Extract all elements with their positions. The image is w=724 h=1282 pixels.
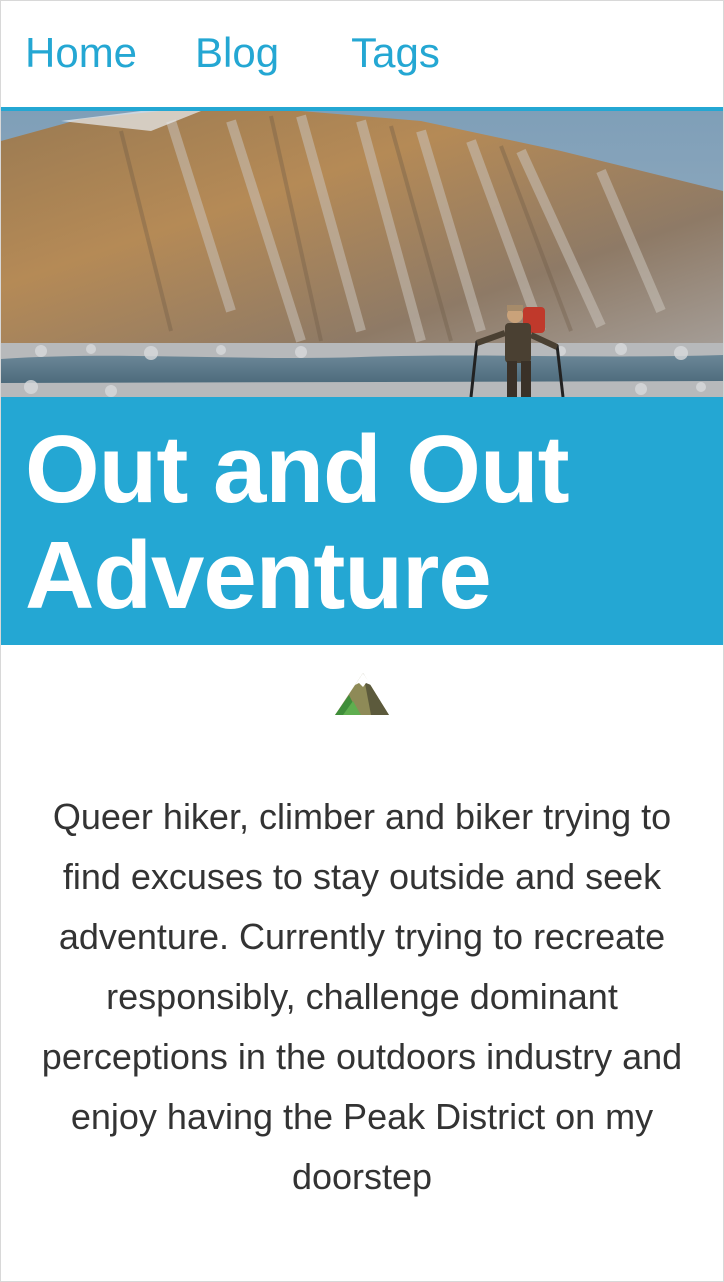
site-title: Out and Out Adventure [25,416,570,629]
hero-image [1,111,723,397]
nav-tags-link[interactable]: Tags [351,32,440,74]
nav-blog-link[interactable]: Blog [195,32,279,74]
page: Home Blog Tags Out and Out Adventure Que… [0,0,724,1282]
site-bio: Queer hiker, climber and biker trying to… [41,796,683,1197]
top-navigation: Home Blog Tags [1,1,723,111]
nav-home-link[interactable]: Home [25,32,137,74]
site-title-block: Out and Out Adventure [1,397,723,645]
hero-mountain-hiker-image [1,111,723,397]
mountain-emoji-icon [1,671,723,717]
